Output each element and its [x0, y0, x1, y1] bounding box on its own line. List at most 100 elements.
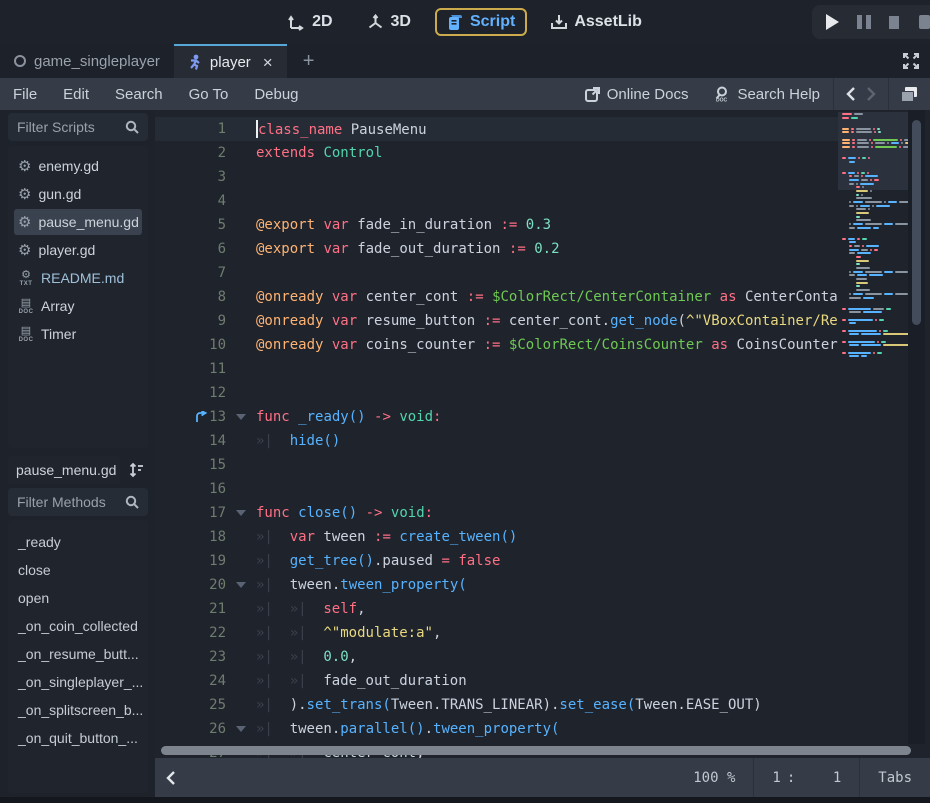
tab-indent-marker: »|	[256, 625, 290, 641]
code-line-25[interactable]: 25»|).set_trans(Tween.TRANS_LINEAR).set_…	[155, 693, 838, 717]
main-toolbar: 2D 3D Script AssetLib	[0, 0, 930, 44]
method-item-_on_quit_button_[interactable]: _on_quit_button_...	[8, 724, 148, 752]
code-editor[interactable]: 1class_name PauseMenu2extends Control345…	[155, 110, 930, 758]
method-item-close[interactable]: close	[8, 556, 148, 584]
code-line-14[interactable]: 14»|hide()	[155, 429, 838, 453]
close-icon[interactable]: ×	[263, 54, 273, 71]
code-line-22[interactable]: 22»|»|^"modulate:a",	[155, 621, 838, 645]
code-line-11[interactable]: 11	[155, 357, 838, 381]
menu-debug[interactable]: Debug	[241, 86, 311, 103]
workspace-tab-2d[interactable]: 2D	[278, 8, 342, 36]
code-minimap[interactable]	[838, 110, 908, 758]
code-line-10[interactable]: 10@onready var coins_counter := $ColorRe…	[155, 333, 838, 357]
code-line-19[interactable]: 19»|get_tree().paused = false	[155, 549, 838, 573]
tab-indent-marker: »|	[256, 697, 290, 713]
script-item-label: enemy.gd	[38, 158, 98, 174]
code-line-4[interactable]: 4	[155, 189, 838, 213]
method-item-_ready[interactable]: _ready	[8, 528, 148, 556]
scene-tab-game_singleplayer[interactable]: game_singleplayer	[0, 44, 174, 78]
code-line-23[interactable]: 23»|»|0.0,	[155, 645, 838, 669]
script-item-gun.gd[interactable]: ⚙gun.gd	[8, 180, 148, 208]
code-line-5[interactable]: 5@export var fade_in_duration := 0.3	[155, 213, 838, 237]
method-item-_on_coin_collected[interactable]: _on_coin_collected	[8, 612, 148, 640]
method-item-_on_resume_butt[interactable]: _on_resume_butt...	[8, 640, 148, 668]
scene-tab-label: player	[210, 54, 251, 71]
tab-indent-marker: »|	[256, 649, 290, 665]
scene-tab-bar: game_singleplayer player × +	[0, 44, 930, 78]
script-item-Array[interactable]: ▤DOCArray	[8, 292, 148, 320]
script-item-label: gun.gd	[38, 186, 81, 202]
movie-mode-button[interactable]	[919, 15, 930, 29]
code-line-12[interactable]: 12	[155, 381, 838, 405]
code-line-21[interactable]: 21»|»|self,	[155, 597, 838, 621]
line-number: 20	[208, 577, 226, 593]
code-line-7[interactable]: 7	[155, 261, 838, 285]
script-item-Timer[interactable]: ▤DOCTimer	[8, 320, 148, 348]
pause-button[interactable]	[857, 15, 871, 29]
scene-tab-label: game_singleplayer	[34, 53, 160, 70]
method-item-_on_singleplayer_[interactable]: _on_singleplayer_...	[8, 668, 148, 696]
fold-toggle-icon[interactable]	[226, 414, 256, 420]
godot-editor-window: 2D 3D Script AssetLib game_singleplayer play…	[0, 0, 930, 803]
tab-indent-marker: »|	[256, 601, 290, 617]
script-item-enemy.gd[interactable]: ⚙ enemy.gd	[8, 152, 148, 180]
fold-toggle-icon[interactable]	[226, 726, 256, 732]
methods-list: _readycloseopen_on_coin_collected_on_res…	[8, 520, 148, 793]
menu-go-to[interactable]: Go To	[176, 86, 242, 103]
tab-indent-marker: »|	[290, 601, 324, 617]
stop-button[interactable]	[889, 16, 899, 29]
code-line-24[interactable]: 24»|»|fade_out_duration	[155, 669, 838, 693]
code-line-20[interactable]: 20»|tween.tween_property(	[155, 573, 838, 597]
zoom-level[interactable]: 100 %	[675, 758, 753, 797]
workspace-tab-assetlib[interactable]: AssetLib	[541, 8, 652, 36]
tab-indent-marker: »|	[256, 433, 290, 449]
code-line-13[interactable]: 13func _ready() -> void:	[155, 405, 838, 429]
vertical-scrollbar-thumb[interactable]	[912, 120, 921, 325]
code-line-16[interactable]: 16	[155, 477, 838, 501]
code-line-17[interactable]: 17func close() -> void:	[155, 501, 838, 525]
play-button[interactable]	[826, 14, 839, 30]
code-line-26[interactable]: 26»|tween.parallel().tween_property(	[155, 717, 838, 741]
line-number: 24	[208, 673, 226, 689]
horizontal-scrollbar-thumb[interactable]	[161, 746, 911, 755]
scene-tab-player[interactable]: player ×	[174, 44, 287, 78]
code-line-15[interactable]: 15	[155, 453, 838, 477]
vertical-scrollbar[interactable]	[908, 110, 925, 744]
workspace-tab-3d[interactable]: 3D	[357, 8, 421, 36]
code-line-2[interactable]: 2extends Control	[155, 141, 838, 165]
code-line-9[interactable]: 9@onready var resume_button := center_co…	[155, 309, 838, 333]
line-number: 23	[208, 649, 226, 665]
script-item-player.gd[interactable]: ⚙player.gd	[8, 236, 148, 264]
code-line-8[interactable]: 8@onready var center_cont := $ColorRect/…	[155, 285, 838, 309]
workspace-tab-label: 3D	[391, 13, 411, 31]
expand-icon[interactable]	[902, 44, 930, 78]
fold-toggle-icon[interactable]	[226, 582, 256, 588]
script-item-pause_menu.gd[interactable]: ⚙pause_menu.gd	[8, 208, 148, 236]
search-help-button[interactable]: DOC Search Help	[701, 86, 833, 103]
collapse-sidebar-button[interactable]	[165, 770, 176, 786]
history-forward-button[interactable]	[866, 87, 876, 101]
history-back-button[interactable]	[846, 87, 856, 101]
script-item-README.md[interactable]: ⚙TXTREADME.md	[8, 264, 148, 292]
menu-file[interactable]: File	[0, 86, 50, 103]
method-item-_on_splitscreen_b[interactable]: _on_splitscreen_b...	[8, 696, 148, 724]
sort-methods-button[interactable]	[125, 458, 147, 482]
line-number: 8	[208, 289, 226, 305]
indent-mode[interactable]: Tabs	[860, 758, 930, 797]
method-item-open[interactable]: open	[8, 584, 148, 612]
make-floating-button[interactable]	[901, 87, 918, 102]
gdscript-icon: ⚙	[18, 159, 31, 174]
code-line-6[interactable]: 6@export var fade_out_duration := 0.2	[155, 237, 838, 261]
code-line-18[interactable]: 18»|var tween := create_tween()	[155, 525, 838, 549]
search-help-icon: DOC	[714, 86, 730, 102]
workspace-tab-script[interactable]: Script	[435, 8, 527, 36]
fold-toggle-icon[interactable]	[226, 510, 256, 516]
online-docs-button[interactable]: Online Docs	[572, 86, 702, 103]
horizontal-scrollbar[interactable]	[159, 744, 921, 756]
tab-indent-marker: »|	[256, 553, 290, 569]
menu-search[interactable]: Search	[102, 86, 176, 103]
code-line-3[interactable]: 3	[155, 165, 838, 189]
new-tab-button[interactable]: +	[287, 44, 331, 78]
code-line-1[interactable]: 1class_name PauseMenu	[155, 117, 838, 141]
menu-edit[interactable]: Edit	[50, 86, 102, 103]
